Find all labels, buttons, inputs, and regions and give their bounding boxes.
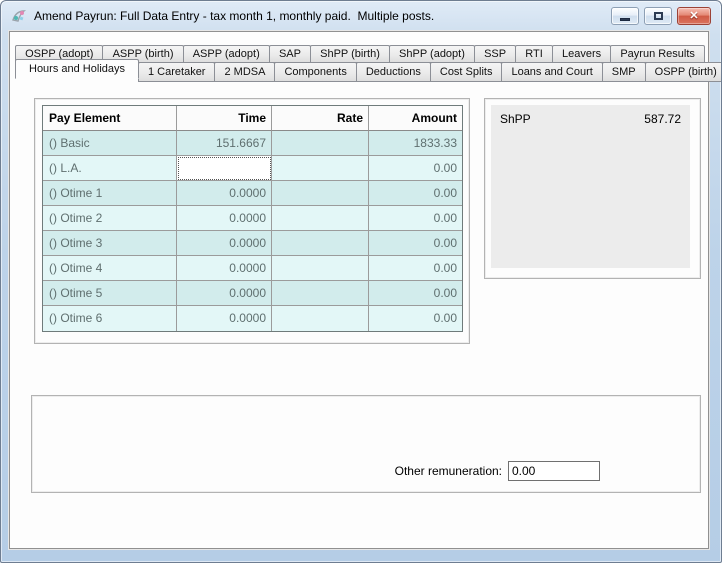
pay-elements-panel: Pay Element Time Rate Amount() Basic 151.666…: [34, 98, 470, 344]
bottom-panel: Other remuneration:: [31, 395, 701, 493]
cell-amount[interactable]: 0.00: [369, 231, 462, 256]
col-header-rate: Rate: [272, 106, 369, 131]
shpp-value: 587.72: [644, 112, 681, 126]
cell-amount[interactable]: 0.00: [369, 306, 462, 331]
table-row-otime-1: () Otime 1 0.0000 0.00: [43, 181, 462, 206]
tab-shpp-adopt[interactable]: ShPP (adopt): [388, 45, 475, 63]
cell-time[interactable]: 0.0000: [177, 281, 272, 306]
table-row-otime-4: () Otime 4 0.0000 0.00: [43, 256, 462, 281]
other-remuneration-label: Other remuneration:: [394, 464, 502, 478]
cell-element[interactable]: () Otime 6: [43, 306, 177, 331]
tab-hours-and-holidays[interactable]: Hours and Holidays: [15, 59, 139, 79]
tab-leavers[interactable]: Leavers: [551, 45, 612, 63]
cell-amount[interactable]: 0.00: [369, 281, 462, 306]
restore-icon: [653, 12, 663, 20]
cell-rate[interactable]: [272, 281, 369, 306]
tab-payrun-results[interactable]: Payrun Results: [610, 45, 706, 63]
cell-amount[interactable]: 1833.33: [369, 131, 462, 156]
tab-row-2: Hours and Holidays 1 Caretaker 2 MDSA Compo…: [15, 59, 721, 82]
grid-header-row: Pay Element Time Rate Amount: [43, 106, 462, 131]
window-controls: ✕: [611, 7, 711, 25]
col-header-amount: Amount: [369, 106, 462, 131]
cell-element[interactable]: () Otime 2: [43, 206, 177, 231]
tab-sap[interactable]: SAP: [268, 45, 312, 63]
window-title: Amend Payrun: Full Data Entry - tax mont…: [34, 9, 435, 23]
cell-element[interactable]: () Otime 3: [43, 231, 177, 256]
tab-ssp[interactable]: SSP: [473, 45, 517, 63]
close-button[interactable]: ✕: [677, 7, 711, 25]
cell-rate[interactable]: [272, 131, 369, 156]
tab-cost-splits[interactable]: Cost Splits: [429, 62, 503, 82]
close-icon: ✕: [689, 9, 699, 22]
cell-rate[interactable]: [272, 256, 369, 281]
other-remuneration-input[interactable]: [508, 461, 600, 481]
tab-components[interactable]: Components: [274, 62, 357, 82]
table-row-otime-3: () Otime 3 0.0000 0.00: [43, 231, 462, 256]
tab-shpp-birth[interactable]: ShPP (birth): [310, 45, 390, 63]
tab-bar: OSPP (adopt) ASPP (birth) ASPP (adopt) SAP S…: [15, 45, 721, 82]
minimize-button[interactable]: [611, 7, 639, 25]
tab-loans-and-court[interactable]: Loans and Court: [501, 62, 603, 82]
cell-amount[interactable]: 0.00: [369, 256, 462, 281]
cell-element[interactable]: () Otime 1: [43, 181, 177, 206]
cell-element[interactable]: () Otime 4: [43, 256, 177, 281]
tab-aspp-adopt[interactable]: ASPP (adopt): [182, 45, 270, 63]
tab-2-mdsa[interactable]: 2 MDSA: [214, 62, 276, 82]
statutory-pay-panel: ShPP 587.72: [484, 98, 701, 279]
other-remuneration-row: Other remuneration:: [395, 461, 600, 481]
statutory-pay-box: ShPP 587.72: [491, 105, 690, 268]
restore-button[interactable]: [644, 7, 672, 25]
cell-time[interactable]: 151.6667: [177, 131, 272, 156]
tab-deductions[interactable]: Deductions: [355, 62, 431, 82]
col-header-time: Time: [177, 106, 272, 131]
table-row-otime-6: () Otime 6 0.0000 0.00: [43, 306, 462, 331]
col-header-pay-element: Pay Element: [43, 106, 177, 131]
window: Amend Payrun: Full Data Entry - tax mont…: [0, 0, 722, 563]
cell-time[interactable]: 0.0000: [177, 206, 272, 231]
cell-amount[interactable]: 0.00: [369, 156, 462, 181]
cell-rate[interactable]: [272, 181, 369, 206]
tab-ospp-birth[interactable]: OSPP (birth): [644, 62, 721, 82]
tab-1-caretaker[interactable]: 1 Caretaker: [138, 62, 216, 82]
title-bar[interactable]: Amend Payrun: Full Data Entry - tax mont…: [1, 1, 721, 31]
cell-time[interactable]: 0.0000: [177, 306, 272, 331]
client-area: OSPP (adopt) ASPP (birth) ASPP (adopt) SAP S…: [9, 31, 721, 549]
cell-time[interactable]: 0.0000: [177, 181, 272, 206]
cell-element[interactable]: () L.A.: [43, 156, 177, 181]
cell-time[interactable]: 0.0000: [177, 256, 272, 281]
table-row-otime-5: () Otime 5 0.0000 0.00: [43, 281, 462, 306]
cell-element[interactable]: () Otime 5: [43, 281, 177, 306]
cell-time[interactable]: [177, 156, 272, 181]
cell-rate[interactable]: [272, 156, 369, 181]
pay-elements-grid: Pay Element Time Rate Amount() Basic 151.666…: [42, 105, 463, 332]
cell-rate[interactable]: [272, 206, 369, 231]
cell-amount[interactable]: 0.00: [369, 206, 462, 231]
tab-rti[interactable]: RTI: [515, 45, 553, 63]
table-row-basic: () Basic 151.6667 1833.33: [43, 131, 462, 156]
shpp-label: ShPP: [500, 112, 531, 126]
cell-amount[interactable]: 0.00: [369, 181, 462, 206]
cell-rate[interactable]: [272, 231, 369, 256]
tab-smp[interactable]: SMP: [601, 62, 646, 82]
table-row-l-a: () L.A. 0.00: [43, 156, 462, 181]
app-icon: [11, 8, 27, 24]
table-row-otime-2: () Otime 2 0.0000 0.00: [43, 206, 462, 231]
cell-rate[interactable]: [272, 306, 369, 331]
cell-element[interactable]: () Basic: [43, 131, 177, 156]
cell-time[interactable]: 0.0000: [177, 231, 272, 256]
minimize-icon: [620, 17, 630, 21]
